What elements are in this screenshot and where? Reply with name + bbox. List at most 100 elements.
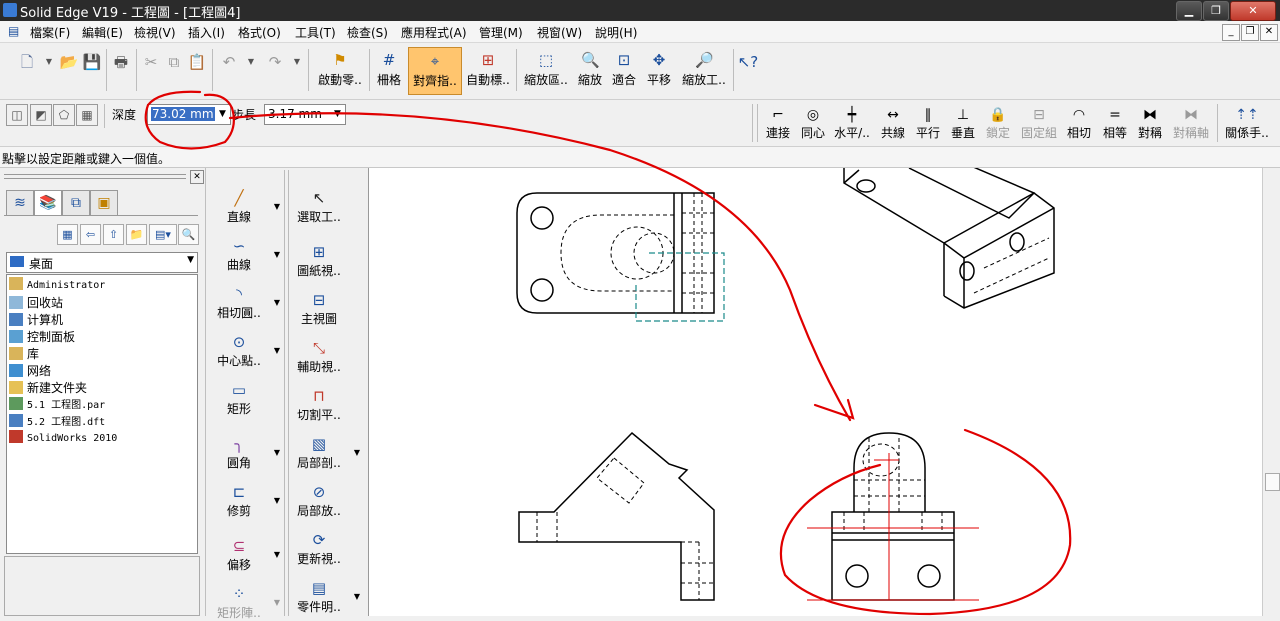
menu-tools[interactable]: 工具(T): [295, 24, 336, 41]
view-mode-icon[interactable]: ▦: [57, 224, 78, 245]
cmd-curve[interactable]: ∽ 曲線 ▼: [208, 236, 280, 273]
search-icon[interactable]: 🔍: [178, 224, 199, 245]
depth-dropdown-arrow[interactable]: ▼: [215, 105, 230, 124]
relation-collinear-button[interactable]: ↔ 共線: [877, 104, 909, 141]
cmd-line[interactable]: ╱ 直線 ▼: [208, 188, 280, 225]
new-dropdown-arrow[interactable]: ▼: [38, 51, 60, 73]
tab-properties[interactable]: ▣: [90, 190, 118, 216]
relation-lock-button[interactable]: 🔒 鎖定: [982, 104, 1014, 141]
close-button[interactable]: ✕: [1230, 1, 1276, 21]
list-item[interactable]: 回收站: [9, 294, 63, 310]
mdi-restore-button[interactable]: ❐: [1241, 24, 1259, 41]
view-sketch-icon[interactable]: ◫: [6, 104, 28, 126]
redo-icon[interactable]: ↷: [264, 51, 286, 73]
menu-edit[interactable]: 編輯(E): [82, 24, 123, 41]
paste-icon[interactable]: 📋: [186, 51, 208, 73]
copy-icon[interactable]: ⧉: [163, 51, 185, 73]
cmd-rectangular-pattern[interactable]: ⁘ 矩形陣.. ▼: [208, 584, 280, 621]
relation-fixed-group-button[interactable]: ⊟ 固定組: [1018, 104, 1060, 141]
cmd-parts-list[interactable]: ▤ 零件明.. ▼: [288, 578, 360, 615]
mdi-close-button[interactable]: ✕: [1260, 24, 1278, 41]
list-item[interactable]: 5.2 工程图.dft: [9, 413, 105, 429]
menu-inspect[interactable]: 檢查(S): [347, 24, 388, 41]
up-folder-icon[interactable]: ⇧: [103, 224, 124, 245]
menu-help[interactable]: 說明(H): [595, 24, 637, 41]
relation-equal-button[interactable]: = 相等: [1099, 104, 1131, 141]
menu-format[interactable]: 格式(O): [238, 24, 281, 41]
relation-perpendicular-button[interactable]: ⊥ 垂直: [947, 104, 979, 141]
cmd-fillet[interactable]: ╮ 圓角 ▼: [208, 434, 280, 471]
maximize-button[interactable]: ❐: [1203, 1, 1229, 21]
list-item[interactable]: 5.1 工程图.par: [9, 396, 105, 412]
cmd-trim[interactable]: ⊏ 修剪 ▼: [208, 482, 280, 519]
cmd-rectangle[interactable]: ▭ 矩形: [208, 380, 270, 417]
tab-groups[interactable]: ⧉: [62, 190, 90, 216]
relation-symmetric-button[interactable]: ⧓ 對稱: [1134, 104, 1166, 141]
step-combo[interactable]: 3.17 mm ▼: [264, 104, 346, 125]
menu-window[interactable]: 視窗(W): [537, 24, 582, 41]
zoom-tool-button[interactable]: 🔎 縮放工..: [678, 47, 730, 93]
pan-button[interactable]: ✥ 平移: [642, 47, 676, 93]
cmd-select-tool[interactable]: ↖ 選取工..: [288, 188, 350, 225]
depth-combo[interactable]: 73.02 mm ▼: [147, 104, 231, 125]
view-options-icon[interactable]: ▤▾: [149, 224, 177, 245]
save-icon[interactable]: 💾: [81, 51, 103, 73]
auto-label-button[interactable]: ⊞ 自動標..: [462, 47, 514, 93]
depth-value[interactable]: 73.02 mm: [151, 107, 215, 121]
tab-layers[interactable]: ≋: [6, 190, 34, 216]
file-list[interactable]: Administrator 回收站 计算机 控制面板 库 网络 新建文件夹 5.…: [6, 274, 198, 554]
fit-button[interactable]: ⊡ 適合: [608, 47, 640, 93]
zoom-button[interactable]: 🔍 縮放: [574, 47, 606, 93]
new-folder-icon[interactable]: 📁: [126, 224, 147, 245]
menu-manage[interactable]: 管理(M): [479, 24, 523, 41]
new-file-icon[interactable]: 🗋: [16, 51, 38, 73]
relation-handles-button[interactable]: ⇡⇡ 關係手..: [1222, 104, 1272, 141]
relation-parallel-button[interactable]: ∥ 平行: [912, 104, 944, 141]
menu-file[interactable]: 檔案(F): [30, 24, 70, 41]
cut-icon[interactable]: ✂: [140, 51, 162, 73]
scroll-thumb[interactable]: [1265, 473, 1280, 491]
list-item[interactable]: 计算机: [9, 311, 63, 327]
menu-view[interactable]: 檢視(V): [134, 24, 176, 41]
shape-icon[interactable]: ⬠: [53, 104, 75, 126]
relation-horizontal-button[interactable]: ┿ 水平/..: [831, 104, 873, 141]
help-pointer-icon[interactable]: ↖?: [737, 51, 759, 73]
list-item[interactable]: Administrator: [9, 277, 105, 293]
menu-insert[interactable]: 插入(I): [188, 24, 225, 41]
cmd-cutting-plane[interactable]: ⊓ 切割平..: [288, 386, 350, 423]
cmd-center-circle[interactable]: ⊙ 中心點.. ▼: [208, 332, 280, 369]
undo-dropdown-arrow[interactable]: ▼: [240, 51, 262, 73]
tab-library[interactable]: 📚: [34, 190, 62, 216]
relation-symmetry-axis-button[interactable]: ⧓ 對稱軸: [1170, 104, 1212, 141]
zoom-area-button[interactable]: ⬚ 縮放區..: [520, 47, 572, 93]
location-combo[interactable]: 桌面 ▼: [6, 252, 198, 273]
back-icon[interactable]: ⇦: [80, 224, 101, 245]
undo-icon[interactable]: ↶: [218, 51, 240, 73]
cmd-offset[interactable]: ⊆ 偏移 ▼: [208, 536, 280, 573]
relation-concentric-button[interactable]: ◎ 同心: [797, 104, 829, 141]
document-icon[interactable]: ▤: [8, 24, 19, 38]
redo-dropdown-arrow[interactable]: ▼: [286, 51, 308, 73]
grid-button[interactable]: # 柵格: [372, 47, 406, 93]
cmd-update-views[interactable]: ⟳ 更新視..: [288, 530, 350, 567]
drawing-canvas[interactable]: [368, 147, 1263, 616]
list-item[interactable]: 新建文件夹: [9, 379, 87, 395]
step-dropdown-arrow[interactable]: ▼: [330, 105, 345, 124]
align-indicator-button[interactable]: ⌖ 對齊指..: [408, 47, 462, 95]
list-item[interactable]: 控制面板: [9, 328, 75, 344]
cmd-auxiliary-view[interactable]: ⤡ 輔助視..: [288, 338, 350, 375]
panel-close-icon[interactable]: ✕: [190, 170, 204, 184]
chart-icon[interactable]: ◩: [30, 104, 52, 126]
open-folder-icon[interactable]: 📂: [58, 51, 80, 73]
print-icon[interactable]: 🖶: [110, 51, 132, 73]
mdi-minimize-button[interactable]: _: [1222, 24, 1240, 41]
step-value[interactable]: 3.17 mm: [268, 107, 322, 121]
cmd-broken-out-section[interactable]: ▧ 局部剖.. ▼: [288, 434, 360, 471]
menu-applications[interactable]: 應用程式(A): [401, 24, 467, 41]
list-item[interactable]: 库: [9, 345, 39, 361]
relation-connect-button[interactable]: ⌐ 連接: [762, 104, 794, 141]
cmd-drawing-view[interactable]: ⊞ 圖紙視..: [288, 242, 350, 279]
location-dropdown-arrow[interactable]: ▼: [187, 255, 194, 265]
table-icon[interactable]: ▦: [76, 104, 98, 126]
list-item[interactable]: 网络: [9, 362, 51, 378]
